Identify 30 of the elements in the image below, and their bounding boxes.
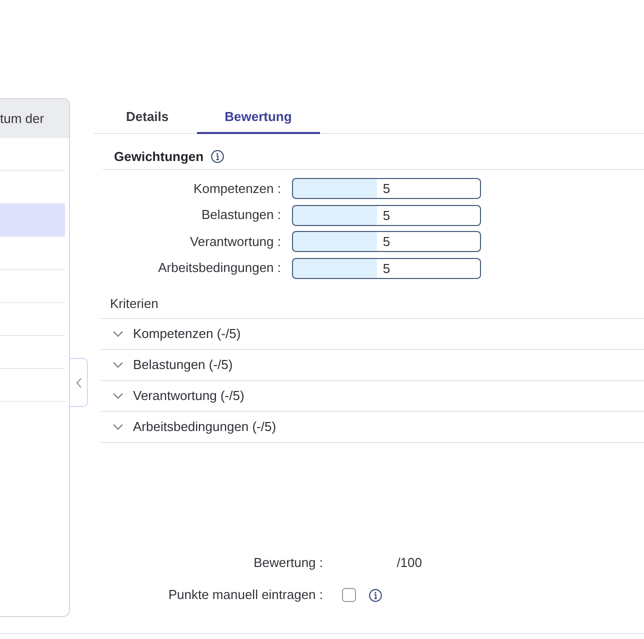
score-label: Bewertung : (252, 554, 323, 572)
field-label: Belastungen : (200, 206, 281, 224)
table-row[interactable] (0, 204, 65, 237)
column-header: tum der (0, 99, 69, 138)
checkbox-label: Punkte manuell eintragen : (167, 586, 323, 604)
section-title: Kriterien (101, 289, 644, 319)
checkbox[interactable] (342, 588, 356, 602)
accordion-header[interactable]: Kompetenzen (-/5) (101, 319, 644, 349)
chevron-down-icon (113, 362, 123, 368)
info-icon (210, 150, 224, 163)
tab[interactable]: Bewertung (196, 100, 320, 134)
info-icon (369, 588, 382, 602)
chevron-left-icon (76, 378, 82, 388)
field-label: Arbeitsbedingungen : (157, 259, 281, 278)
section-title: Gewichtungen (114, 148, 204, 166)
input-field[interactable]: 5 (292, 231, 481, 252)
input-field[interactable]: 5 (292, 258, 481, 278)
chevron-down-icon (113, 424, 123, 430)
collapse-button[interactable] (70, 358, 88, 407)
chevron-down-icon (113, 393, 123, 399)
field-label: Kompetenzen : (192, 180, 281, 198)
score-value: /100 (396, 554, 422, 572)
tab[interactable]: Details (98, 100, 197, 134)
field-label: Verantwortung : (188, 232, 281, 251)
input-field[interactable]: 5 (292, 178, 481, 199)
accordion-header[interactable]: Belastungen (-/5) (101, 350, 644, 380)
chevron-down-icon (113, 331, 123, 337)
input-field[interactable]: 5 (292, 204, 481, 226)
accordion-header[interactable]: Verantwortung (-/5) (101, 381, 644, 411)
accordion-header[interactable]: Arbeitsbedingungen (-/5) (101, 412, 644, 442)
